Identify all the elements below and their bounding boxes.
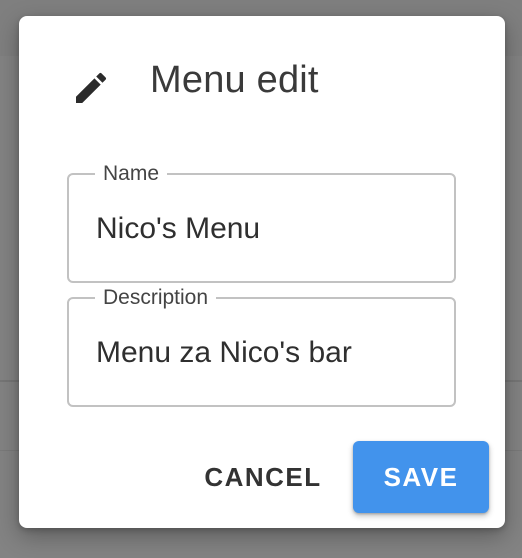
name-input[interactable] [96,209,426,249]
dialog-actions: CANCEL SAVE [19,436,505,516]
menu-edit-dialog: Menu edit Name Description CANCEL SAVE [19,16,505,528]
dialog-header: Menu edit [19,16,505,146]
description-field[interactable]: Description [67,285,456,407]
description-input[interactable] [96,333,426,373]
pencil-icon [71,68,111,108]
name-field[interactable]: Name [67,161,456,283]
cancel-button[interactable]: CANCEL [197,441,329,513]
name-field-label: Name [95,161,168,187]
description-field-label: Description [95,285,217,311]
save-button[interactable]: SAVE [353,441,489,513]
dialog-title: Menu edit [150,59,319,101]
